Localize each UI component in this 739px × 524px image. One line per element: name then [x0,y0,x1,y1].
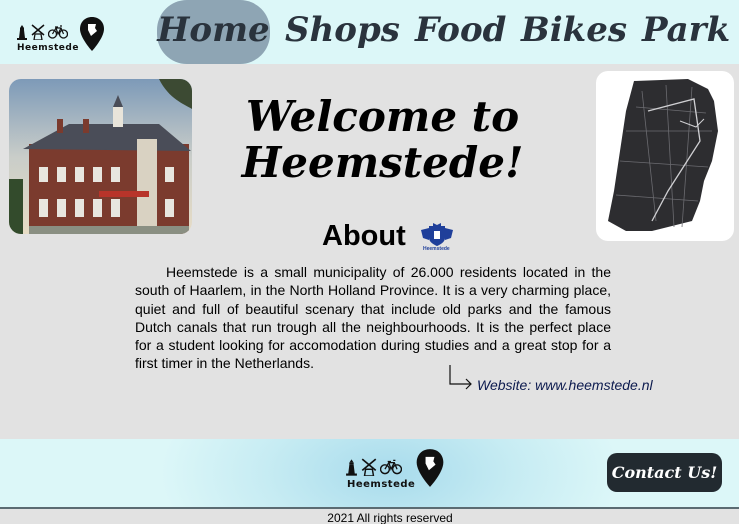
nav-shops[interactable]: Shops [285,0,400,64]
bicycle-icon [380,459,402,475]
footer-logo-text: Heemstede [347,479,416,490]
lighthouse-icon [346,459,357,476]
bicycle-icon [48,25,68,39]
header-bar: Heemstede Home Shops Food Bikes Park [0,0,739,64]
crest-caption: Heemstede [423,246,450,252]
town-hall-photo [9,79,192,234]
welcome-line-1: Welcome to [245,92,520,141]
nav-park[interactable]: Park [642,0,730,64]
footer-divider [0,507,739,509]
arrow-icon [449,365,472,390]
footer-logo-icons [345,458,402,476]
welcome-line-2: Heemstede! [241,138,524,187]
nav-home[interactable]: Home [157,0,270,64]
logo-text: Heemstede [17,43,79,53]
contact-us-button[interactable]: Contact Us! [607,453,722,492]
lighthouse-icon [17,25,27,40]
site-logo[interactable]: Heemstede [14,16,109,56]
about-heading: About [322,220,406,252]
windmill-icon [31,24,45,40]
map-pin-icon [416,449,444,487]
welcome-title: Welcome to Heemstede! [230,94,535,186]
district-map [596,71,734,241]
nav-bikes[interactable]: Bikes [521,0,627,64]
windmill-icon [361,458,377,476]
footer-logo[interactable]: Heemstede [343,448,448,492]
crest-logo: Heemstede [419,222,455,257]
copyright-text: 2021 All rights reserved [327,511,453,524]
about-paragraph: Heemstede is a small municipality of 26.… [135,264,611,372]
website-link[interactable]: Website: www.heemstede.nl [477,377,653,393]
logo-icons [16,24,68,40]
map-pin-icon [80,17,104,51]
nav-food[interactable]: Food [415,0,506,64]
